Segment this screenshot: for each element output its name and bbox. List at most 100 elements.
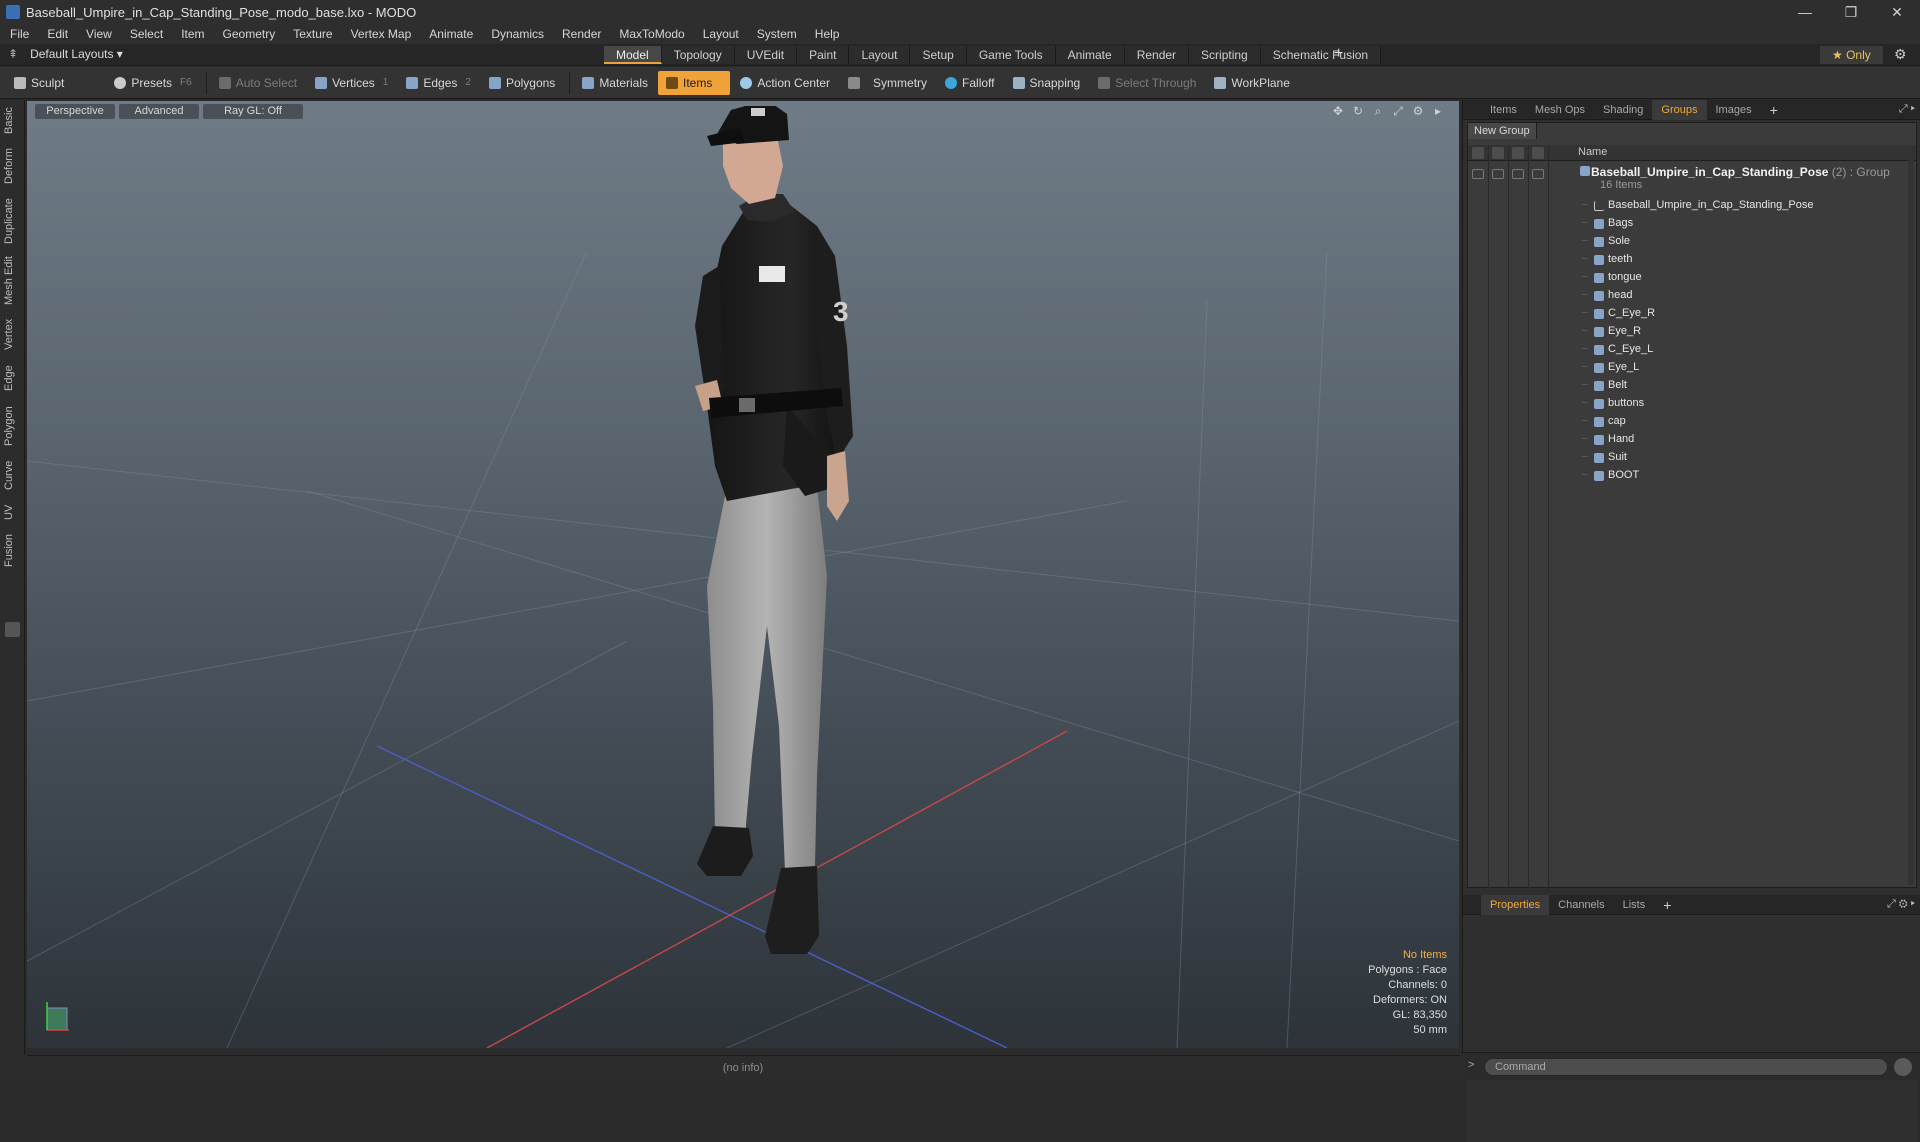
menu-render[interactable]: Render [562, 27, 601, 41]
lock-col-icon[interactable] [1512, 147, 1524, 159]
list-item[interactable]: – Hand [1468, 431, 1916, 449]
only-button[interactable]: ★ Only [1820, 46, 1883, 64]
close-button[interactable]: ✕ [1874, 0, 1920, 24]
render-icon[interactable] [1492, 169, 1504, 179]
tab-model[interactable]: Model [604, 46, 662, 64]
vertices-button[interactable]: Vertices 1 [307, 71, 396, 95]
materials-button[interactable]: Materials [574, 71, 656, 95]
list-item[interactable]: – buttons [1468, 395, 1916, 413]
polygons-button[interactable]: Polygons [481, 71, 563, 95]
add-tab-button[interactable]: + [1334, 45, 1343, 63]
presets-button[interactable]: Presets F6 [106, 71, 199, 95]
list-item[interactable]: – BOOT [1468, 467, 1916, 485]
add-bottom-tab-button[interactable]: + [1654, 895, 1680, 915]
select-through-button[interactable]: Select Through [1090, 71, 1204, 95]
tab-render[interactable]: Render [1124, 46, 1190, 64]
auto-select-button[interactable]: Auto Select [211, 71, 305, 95]
list-item[interactable]: – Eye_L [1468, 359, 1916, 377]
name-column-header[interactable]: Name [1578, 146, 1607, 158]
list-item[interactable]: – Sole [1468, 233, 1916, 251]
tab-uvedit[interactable]: UVEdit [734, 46, 798, 64]
list-scrollbar[interactable] [1908, 145, 1914, 885]
tooltab-edge[interactable]: Edge [3, 360, 21, 396]
new-group-button[interactable]: New Group [1468, 123, 1537, 139]
tooltab-deform[interactable]: Deform [3, 144, 21, 188]
menu-help[interactable]: Help [815, 27, 840, 41]
tooltab-mesh-edit[interactable]: Mesh Edit [3, 254, 21, 308]
tab-channels[interactable]: Channels [1549, 895, 1613, 915]
menu-dynamics[interactable]: Dynamics [491, 27, 544, 41]
tab-paint[interactable]: Paint [797, 46, 850, 64]
restore-button[interactable]: ❐ [1828, 0, 1874, 24]
menu-maxtomodo[interactable]: MaxToModo [619, 27, 684, 41]
tooltab-vertex[interactable]: Vertex [3, 314, 21, 354]
tooltab-fusion[interactable]: Fusion [3, 530, 21, 570]
list-item[interactable]: – Bags [1468, 215, 1916, 233]
pan-icon[interactable]: ✥ [1331, 104, 1345, 118]
tab-scripting[interactable]: Scripting [1189, 46, 1261, 64]
tab-properties[interactable]: Properties [1481, 894, 1550, 915]
symmetry-button[interactable]: Symmetry [840, 71, 935, 95]
viewport-settings-icon[interactable]: ⚙ [1411, 104, 1425, 118]
eye-icon[interactable] [1472, 169, 1484, 179]
advanced-shading-button[interactable]: Advanced [119, 103, 199, 119]
tab-layout[interactable]: Layout [849, 46, 911, 64]
edges-button[interactable]: Edges 2 [398, 71, 479, 95]
select-icon[interactable] [1532, 169, 1544, 179]
tooltab-uv[interactable]: UV [3, 500, 21, 524]
group-row[interactable]: Baseball_Umpire_in_Cap_Standing_Pose (2)… [1468, 163, 1916, 195]
menu-geometry[interactable]: Geometry [223, 27, 276, 41]
menu-layout[interactable]: Layout [703, 27, 739, 41]
falloff-button[interactable]: Falloff [937, 71, 1002, 95]
tooltab-duplicate[interactable]: Duplicate [3, 194, 21, 248]
sidebar-toggle-icon[interactable] [5, 622, 20, 637]
tooltab-basic[interactable]: Basic [3, 104, 21, 138]
fit-icon[interactable]: ⤢ [1391, 104, 1405, 118]
tab-animate[interactable]: Animate [1055, 46, 1125, 64]
list-item[interactable]: – Belt [1468, 377, 1916, 395]
3d-viewport[interactable]: Perspective Advanced Ray GL: Off ✥ ↻ ⌕ ⤢… [27, 101, 1459, 1048]
tab-images[interactable]: Images [1707, 100, 1761, 120]
menu-select[interactable]: Select [130, 27, 163, 41]
list-item[interactable]: – Eye_R [1468, 323, 1916, 341]
tab-mesh-ops[interactable]: Mesh Ops [1526, 100, 1594, 120]
rotate-icon[interactable]: ↻ [1351, 104, 1365, 118]
lock-icon[interactable] [1512, 169, 1524, 179]
sculpt-button[interactable]: Sculpt [6, 71, 104, 95]
action-center-button[interactable]: Action Center [732, 71, 838, 95]
zoom-icon[interactable]: ⌕ [1371, 104, 1385, 118]
menu-edit[interactable]: Edit [47, 27, 68, 41]
items-button[interactable]: Items [658, 70, 731, 95]
viewport-menu-icon[interactable]: ▸ [1431, 104, 1445, 118]
minimize-button[interactable]: — [1782, 0, 1828, 24]
view-type-button[interactable]: Perspective [35, 103, 115, 119]
snapping-button[interactable]: Snapping [1005, 71, 1089, 95]
tooltab-polygon[interactable]: Polygon [3, 402, 21, 450]
list-item[interactable]: – teeth [1468, 251, 1916, 269]
tooltab-curve[interactable]: Curve [3, 456, 21, 494]
list-item[interactable]: – Suit [1468, 449, 1916, 467]
menu-animate[interactable]: Animate [429, 27, 473, 41]
workplane-button[interactable]: WorkPlane [1206, 71, 1297, 95]
visibility-col-icon[interactable] [1472, 147, 1484, 159]
tab-topology[interactable]: Topology [661, 46, 735, 64]
render-col-icon[interactable] [1492, 147, 1504, 159]
list-item[interactable]: – C_Eye_L [1468, 341, 1916, 359]
menu-texture[interactable]: Texture [293, 27, 332, 41]
menu-vertex-map[interactable]: Vertex Map [351, 27, 412, 41]
command-input[interactable]: Command [1484, 1058, 1888, 1076]
list-item[interactable]: – head [1468, 287, 1916, 305]
tab-lists[interactable]: Lists [1614, 895, 1655, 915]
bottom-panel-settings-icon[interactable]: ⤢ ⚙ ▸ [1887, 898, 1915, 911]
menu-item[interactable]: Item [181, 27, 204, 41]
tab-setup[interactable]: Setup [910, 46, 967, 64]
list-item[interactable]: – Baseball_Umpire_in_Cap_Standing_Pose [1468, 197, 1916, 215]
tab-game-tools[interactable]: Game Tools [966, 46, 1056, 64]
list-item[interactable]: – tongue [1468, 269, 1916, 287]
command-history-icon[interactable] [1894, 1058, 1912, 1076]
list-item[interactable]: – C_Eye_R [1468, 305, 1916, 323]
menu-file[interactable]: File [10, 27, 29, 41]
gear-icon[interactable]: ⚙ [1894, 46, 1907, 63]
menu-view[interactable]: View [86, 27, 112, 41]
panel-expand-icon[interactable]: ⤢ ▸ [1899, 103, 1915, 116]
